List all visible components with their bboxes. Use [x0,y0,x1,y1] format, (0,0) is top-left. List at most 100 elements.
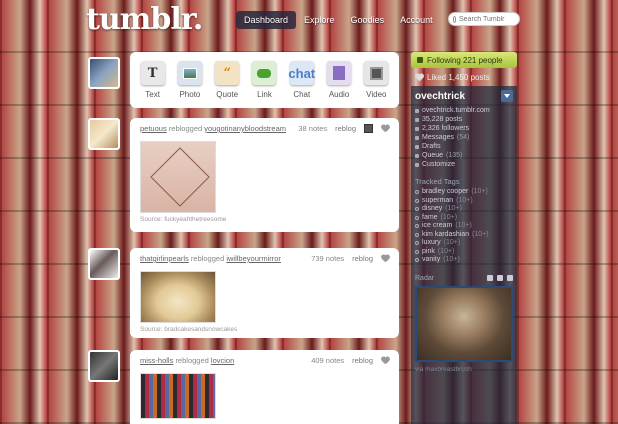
avatar[interactable] [88,248,120,280]
post-type-video[interactable]: Video [359,61,393,99]
top-navigation: Dashboard Explore Goodies Account [236,11,441,29]
avatar[interactable] [88,57,120,89]
tag-label: ice cream [422,222,453,229]
tag-item[interactable]: kim kardashian (10+) [415,231,513,240]
radar-photo[interactable] [415,285,513,362]
liked-link[interactable]: Liked 1,450 posts [415,73,490,82]
link-icon [252,61,277,85]
tag-count: (10+) [472,230,489,238]
radar-header: Radar [411,265,517,284]
reblog-icon[interactable] [487,275,493,281]
tag-item[interactable]: ice cream (10+) [415,222,513,231]
list-item[interactable]: ovechtrick.tumblr.com [415,106,513,115]
list-item[interactable]: Customize [415,160,513,169]
blog-title-row: ovechtrick [411,86,517,104]
nav-goodies[interactable]: Goodies [343,11,393,29]
list-item[interactable]: Messages (54) [415,133,513,142]
tag-count: (10+) [443,256,460,263]
reblog-button[interactable]: reblog [352,356,373,365]
post-type-photo[interactable]: Photo [173,61,207,99]
stat-count: (54) [456,134,470,141]
reblog-button[interactable]: reblog [335,124,356,133]
dashboard-post: miss-holls reblogged lovcion 409 notes r… [130,350,399,424]
posts-icon [415,117,419,122]
heart-icon[interactable] [381,255,389,263]
stat-label: Queue [422,152,444,159]
stat-label: Messages [422,134,454,141]
dashboard-post: petuous reblogged yougotinanybloodstream… [130,118,399,232]
post-type-label: Video [366,90,387,99]
post-source-link[interactable]: iwillbeyourmirror [226,254,281,263]
tag-item[interactable]: fame (10+) [415,214,513,223]
search-box[interactable] [448,12,520,26]
search-input[interactable] [459,15,519,23]
post-type-quote[interactable]: “ Quote [210,61,244,99]
post-notes[interactable]: 409 notes [311,356,344,365]
stat-label: ovechtrick.tumblr.com [422,107,490,114]
post-source-caption: Source: fuckyeahthetreesome [140,216,227,223]
tag-label: superman [422,196,454,204]
chevron-down-icon[interactable] [501,90,513,102]
post-type-label: Text [145,90,160,99]
tag-icon [415,207,419,212]
post-action-text: reblogged [168,124,203,133]
post-source-link[interactable]: yougotinanybloodstream [204,124,286,133]
list-item[interactable]: 2,326 followers [415,124,513,133]
tag-count: (10+) [443,239,461,246]
blog-sidebar: ovechtrick ovechtrick.tumblr.com 35,228 … [411,86,517,424]
blog-stats-list: ovechtrick.tumblr.com 35,228 posts 2,326… [411,104,517,171]
tumblr-logo[interactable]: tumblr. [86,2,203,37]
more-icon[interactable] [507,275,513,281]
tag-item[interactable]: pink (10+) [415,248,513,257]
post-photo[interactable] [140,373,216,419]
post-type-link[interactable]: Link [247,61,281,99]
post-notes[interactable]: 38 notes [298,124,327,133]
list-item[interactable]: 35,228 posts [415,115,513,124]
nav-account[interactable]: Account [392,11,441,29]
tag-item[interactable]: vanity (10+) [415,256,513,265]
stat-label: 35,228 posts [422,116,463,123]
avatar[interactable] [88,118,120,150]
post-source-link[interactable]: lovcion [211,356,234,365]
post-type-label: Audio [328,90,350,99]
queue-icon [415,153,419,158]
list-item[interactable]: Queue (135) [415,151,513,160]
radar-title: Radar [415,274,435,282]
list-item[interactable]: Drafts [415,142,513,151]
heart-icon[interactable] [381,357,389,365]
post-type-label: Photo [179,90,201,99]
post-photo[interactable] [140,141,216,213]
tag-icon [415,190,419,195]
following-button[interactable]: Following 221 people [411,52,517,68]
tag-item[interactable]: luxury (10+) [415,239,513,248]
post-author-link[interactable]: thatgirlinpearls [140,254,189,263]
reblog-button[interactable]: reblog [352,254,373,263]
tag-item[interactable]: superman (10+) [415,197,513,206]
nav-explore[interactable]: Explore [296,11,343,29]
reblog-icon[interactable] [364,124,373,133]
post-type-chat[interactable]: chat Chat [285,61,319,99]
blog-name[interactable]: ovechtrick [415,91,465,102]
tag-icon [415,198,419,203]
audio-icon [327,61,352,85]
tag-count: (10+) [445,205,462,212]
radar-caption[interactable]: via maxbreastbrush [411,364,517,375]
post-photo[interactable] [140,271,216,323]
link-icon [415,108,419,113]
post-type-audio[interactable]: Audio [322,61,356,99]
tag-item[interactable]: disney (10+) [415,205,513,214]
post-type-text[interactable]: T Text [136,61,170,99]
post-author-link[interactable]: petuous [140,124,167,133]
nav-dashboard[interactable]: Dashboard [236,11,297,29]
stat-label: Customize [422,161,456,168]
heart-icon[interactable] [381,125,389,133]
tag-item[interactable]: bradley cooper (10+) [415,188,513,197]
tracked-tags-title: Tracked Tags [415,177,460,186]
post-notes[interactable]: 739 notes [311,254,344,263]
stat-label: Drafts [422,143,441,150]
heart-icon [415,74,423,82]
avatar[interactable] [88,350,120,382]
post-author-link[interactable]: miss-holls [140,356,173,365]
like-icon[interactable] [497,275,503,281]
drafts-icon [415,144,419,149]
